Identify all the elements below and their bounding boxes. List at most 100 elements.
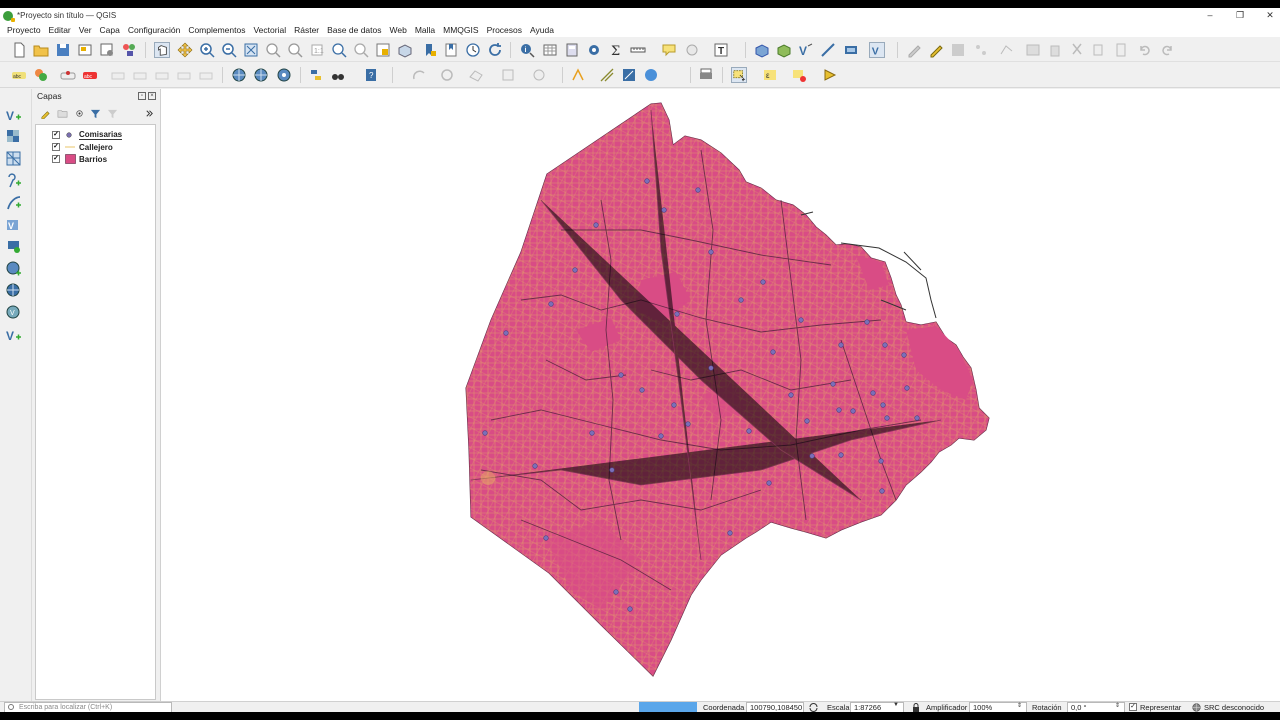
advanced-digitizing-icon[interactable]: [411, 67, 427, 83]
measure-line-icon[interactable]: [630, 42, 646, 58]
identify-features-icon[interactable]: i: [519, 42, 535, 58]
menu-vectorial[interactable]: Vectorial: [249, 25, 290, 35]
undo-icon[interactable]: [1137, 42, 1153, 58]
menu-editar[interactable]: Editar: [45, 25, 75, 35]
add-feature-icon[interactable]: [973, 42, 989, 58]
self-snapping-icon[interactable]: [621, 67, 637, 83]
panel-more-icon[interactable]: [144, 108, 155, 119]
rotation-spin-icon[interactable]: ⇕: [1115, 702, 1120, 709]
select-by-expression-icon[interactable]: ε: [762, 67, 778, 83]
tracing-icon[interactable]: [599, 67, 615, 83]
current-edits-icon[interactable]: [906, 42, 922, 58]
filter-by-expression-icon[interactable]: [107, 108, 118, 119]
snapping-icon[interactable]: [570, 67, 586, 83]
select-features-icon[interactable]: [731, 67, 747, 83]
offset-curve-icon[interactable]: [500, 67, 516, 83]
add-virtual-layer-icon[interactable]: V: [6, 327, 22, 343]
db-manager-icon[interactable]: [754, 42, 770, 58]
show-bookmarks-icon[interactable]: [443, 42, 459, 58]
menu-malla[interactable]: Malla: [411, 25, 439, 35]
zoom-in-icon[interactable]: [199, 42, 215, 58]
paste-features-icon[interactable]: [1113, 42, 1129, 58]
merge-features-icon[interactable]: [468, 67, 484, 83]
menu-capa[interactable]: Capa: [96, 25, 124, 35]
menu-web[interactable]: Web: [386, 25, 411, 35]
digitize-line-icon[interactable]: [820, 42, 836, 58]
layer-row-comisarias[interactable]: ✓ Comisarias: [36, 129, 155, 141]
add-geopackage-icon[interactable]: [6, 195, 22, 211]
pin-labels-icon[interactable]: [60, 67, 76, 83]
manage-map-themes-icon[interactable]: [74, 108, 85, 119]
zoom-next-icon[interactable]: [353, 42, 369, 58]
deselect-all-icon[interactable]: [791, 67, 807, 83]
style-manager-icon[interactable]: [121, 42, 137, 58]
crs-globe-icon[interactable]: [1192, 703, 1201, 712]
map-canvas[interactable]: [160, 89, 1280, 701]
metasearch-icon[interactable]: [276, 67, 292, 83]
add-group-icon[interactable]: [57, 108, 68, 119]
zoom-native-icon[interactable]: 1:1: [309, 42, 325, 58]
layer-diagram-icon[interactable]: [33, 67, 49, 83]
menu-configuracion[interactable]: Configuración: [124, 25, 184, 35]
topology-checker-icon[interactable]: [643, 67, 659, 83]
open-project-icon[interactable]: [33, 42, 49, 58]
shape-digitizing-icon[interactable]: [439, 67, 455, 83]
graphical-modeler-icon[interactable]: [776, 42, 792, 58]
open-field-calculator-icon[interactable]: [564, 42, 580, 58]
close-panel-icon[interactable]: ×: [148, 92, 156, 100]
layer-visibility-checkbox[interactable]: ✓: [52, 143, 60, 151]
print-icon[interactable]: [698, 67, 714, 83]
menu-mmqgis[interactable]: MMQGIS: [439, 25, 482, 35]
move-label-icon[interactable]: [110, 67, 126, 83]
menu-raster[interactable]: Ráster: [290, 25, 323, 35]
layout-manager-icon[interactable]: [99, 42, 115, 58]
layer-row-callejero[interactable]: ✓ Callejero: [36, 141, 155, 153]
map-tips-icon[interactable]: [661, 42, 677, 58]
new-shapefile-layer-icon[interactable]: V: [869, 42, 885, 58]
maximize-button[interactable]: ❐: [1226, 8, 1254, 23]
show-hide-labels-icon[interactable]: [176, 67, 192, 83]
help-book-icon[interactable]: ?: [363, 67, 379, 83]
move-selection-icon[interactable]: [822, 67, 838, 83]
layer-row-barrios[interactable]: ✓ Barrios: [36, 153, 155, 165]
add-raster-layer-icon[interactable]: [6, 129, 22, 145]
menu-ver[interactable]: Ver: [75, 25, 96, 35]
zoom-to-layer-icon[interactable]: [287, 42, 303, 58]
toggle-editing-icon[interactable]: [928, 42, 944, 58]
menu-proyecto[interactable]: Proyecto: [3, 25, 45, 35]
refresh-icon[interactable]: [487, 42, 503, 58]
add-delimited-text-icon[interactable]: [6, 173, 22, 189]
layer-visibility-checkbox[interactable]: ✓: [52, 131, 60, 139]
minimize-button[interactable]: –: [1196, 8, 1224, 23]
processing-toolbox-icon[interactable]: [586, 42, 602, 58]
menu-complementos[interactable]: Complementos: [184, 25, 249, 35]
add-wms-layer-icon[interactable]: [6, 261, 22, 277]
redo-icon[interactable]: [1159, 42, 1175, 58]
add-wfs-layer-icon[interactable]: [6, 283, 22, 299]
new-3d-view-icon[interactable]: [397, 42, 413, 58]
lock-scale-icon[interactable]: [912, 703, 920, 712]
change-label-icon[interactable]: [154, 67, 170, 83]
save-edits-icon[interactable]: [950, 42, 966, 58]
add-postgis-icon[interactable]: [6, 239, 22, 255]
rotate-label-icon[interactable]: [132, 67, 148, 83]
menu-ayuda[interactable]: Ayuda: [526, 25, 558, 35]
copy-features-icon[interactable]: [1091, 42, 1107, 58]
temporal-controller-icon[interactable]: [465, 42, 481, 58]
zoom-full-icon[interactable]: [243, 42, 259, 58]
vertex-tool-icon[interactable]: [999, 42, 1015, 58]
virtual-layer-icon[interactable]: [843, 42, 859, 58]
temporal-bookmark-icon[interactable]: [421, 42, 437, 58]
coordinate-field[interactable]: 100790,108450: [746, 702, 804, 712]
scale-dropdown-icon[interactable]: ▼: [893, 702, 899, 708]
new-project-icon[interactable]: [11, 42, 27, 58]
reshape-features-icon[interactable]: [531, 67, 547, 83]
layer-visibility-checkbox[interactable]: ✓: [52, 155, 60, 163]
magnifier-spin-icon[interactable]: ⇕: [1017, 702, 1022, 709]
new-map-view-icon[interactable]: [375, 42, 391, 58]
open-layer-styling-icon[interactable]: [40, 108, 51, 119]
open-attribute-table-icon[interactable]: [542, 42, 558, 58]
menu-procesos[interactable]: Procesos: [483, 25, 526, 35]
delete-selected-icon[interactable]: [1047, 42, 1063, 58]
modify-attributes-icon[interactable]: [1025, 42, 1041, 58]
